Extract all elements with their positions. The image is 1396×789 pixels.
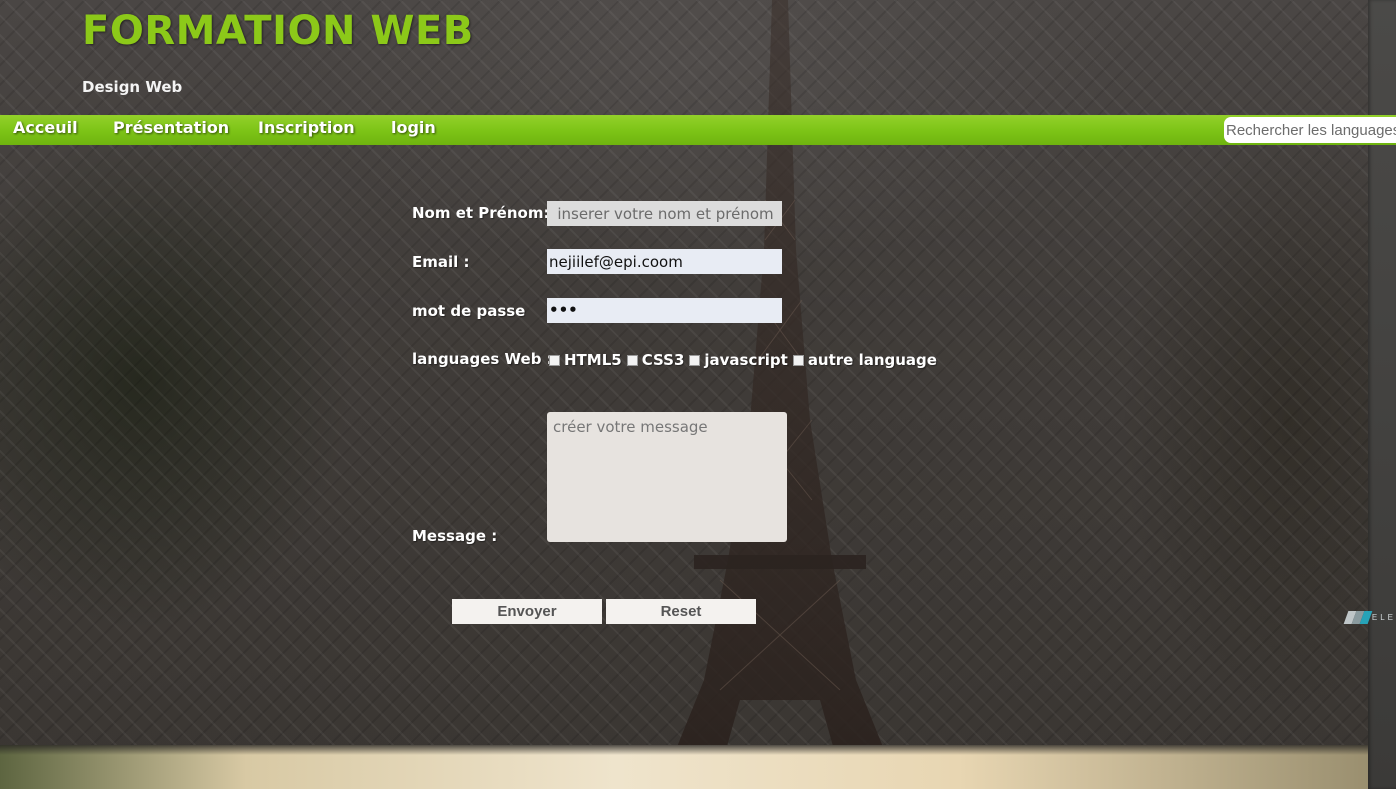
submit-button[interactable]: Envoyer — [452, 599, 602, 624]
email-label: Email : — [412, 253, 470, 271]
name-label: Nom et Prénom: — [412, 204, 550, 222]
badge-text: ELE — [1371, 613, 1396, 622]
nav-item-inscription[interactable]: Inscription — [258, 118, 355, 137]
search-input[interactable] — [1224, 117, 1396, 143]
reset-button[interactable]: Reset — [606, 599, 756, 624]
corner-badge: ELE — [1342, 611, 1396, 624]
site-title: FORMATION WEB — [82, 8, 474, 54]
languages-label: languages Web : — [412, 350, 553, 368]
css3-checkbox[interactable] — [626, 354, 638, 366]
horizon-strip — [0, 745, 1368, 789]
languages-checkbox-group: HTML5 CSS3 javascript autre language — [547, 349, 940, 371]
html5-checkbox-label: HTML5 — [564, 351, 622, 369]
main-nav-bar: Acceuil Présentation Inscription login — [0, 115, 1396, 145]
badge-stripes-icon — [1342, 611, 1373, 624]
password-field[interactable]: ••• — [547, 298, 782, 323]
other-language-checkbox[interactable] — [792, 354, 804, 366]
html5-checkbox[interactable] — [549, 354, 560, 366]
javascript-checkbox-label: javascript — [704, 351, 788, 369]
nav-item-presentation[interactable]: Présentation — [113, 118, 229, 137]
other-language-checkbox-label: autre language — [807, 351, 937, 369]
message-textarea[interactable] — [547, 412, 787, 542]
message-label: Message : — [412, 527, 498, 545]
javascript-checkbox[interactable] — [689, 354, 701, 366]
nav-item-login[interactable]: login — [391, 118, 436, 137]
email-field[interactable] — [547, 249, 782, 274]
css3-checkbox-label: CSS3 — [641, 351, 685, 369]
password-label: mot de passe — [412, 302, 526, 320]
site-subtitle: Design Web — [82, 78, 183, 96]
name-field[interactable] — [547, 201, 782, 226]
nav-item-acceuil[interactable]: Acceuil — [13, 118, 78, 137]
